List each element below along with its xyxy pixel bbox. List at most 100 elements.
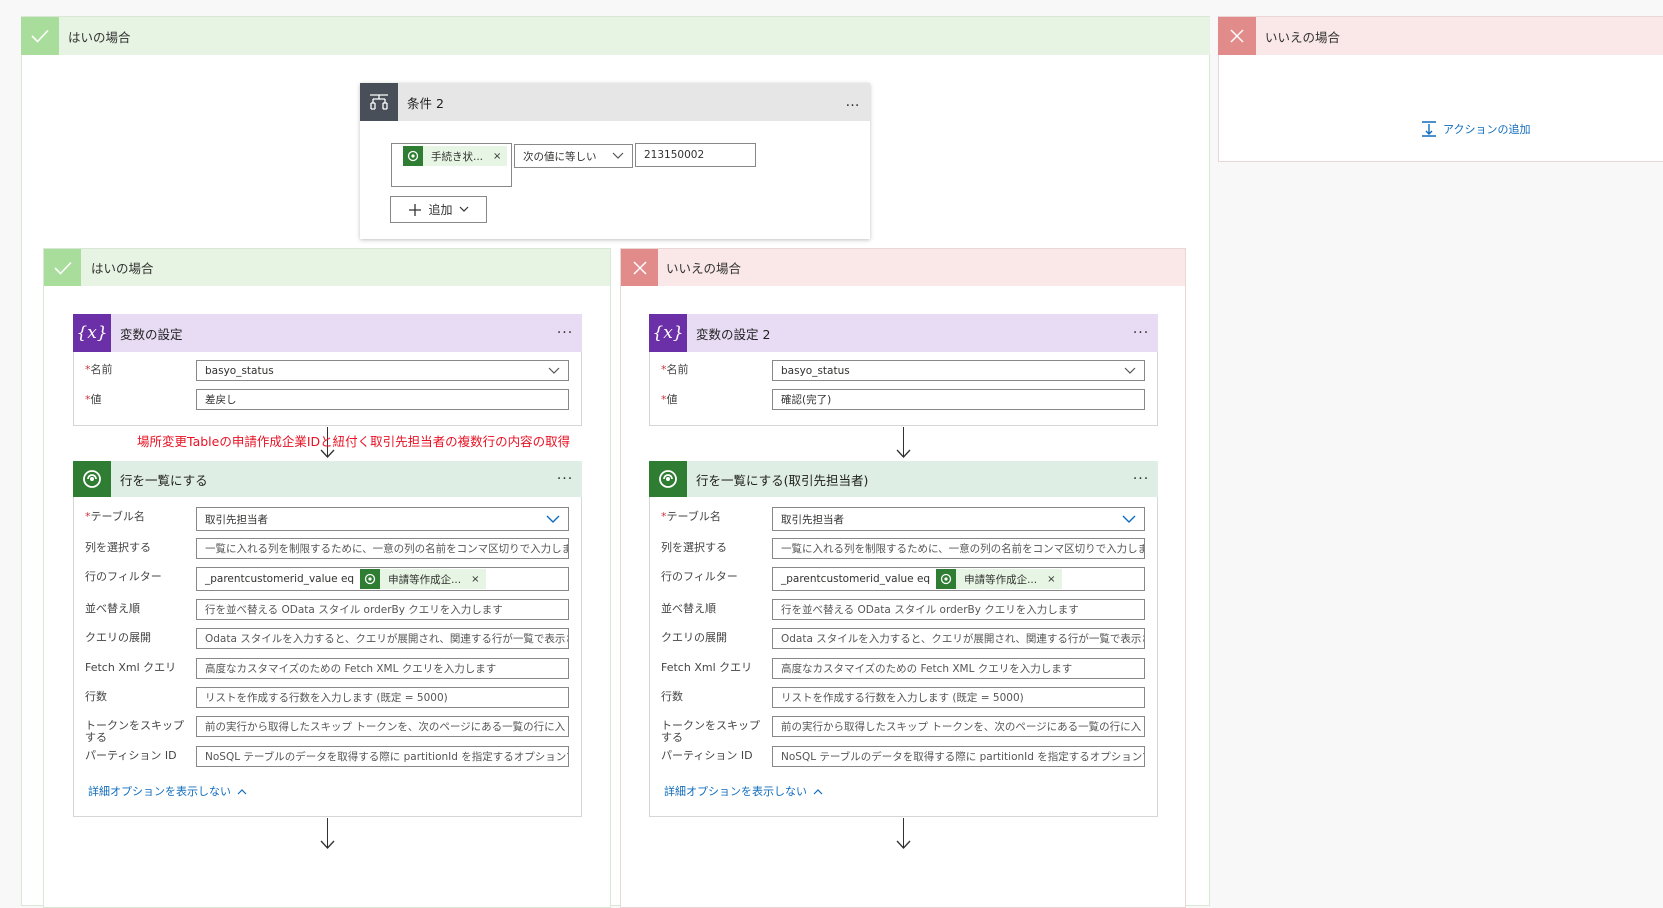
field-input[interactable]: 取引先担当者 [196, 507, 569, 531]
inner-yes-title: はいの場合 [91, 261, 154, 276]
dataverse-icon [936, 569, 957, 589]
variable-name-select[interactable]: basyo_status [772, 360, 1145, 381]
condition-operator-select[interactable]: 次の値に等しい [514, 144, 633, 168]
field-input[interactable]: 前の実行から取得したスキップ トークンを、次のページにある一覧の行に入 [772, 716, 1145, 737]
variable-value-input[interactable]: 確認(完了) [772, 389, 1145, 410]
field-input[interactable]: Odata スタイルを入力すると、クエリが展開され、関連する行が一覧で表示さ [772, 628, 1145, 649]
inner-no-title: いいえの場合 [666, 261, 742, 276]
token-close-icon[interactable]: × [471, 574, 479, 585]
field-input[interactable]: NoSQL テーブルのデータを取得する際に partitionId を指定するオ… [772, 746, 1145, 767]
set-variable-menu-icon[interactable]: ··· [548, 325, 582, 341]
field-input[interactable]: 高度なカスタマイズのための Fetch XML クエリを入力します [772, 658, 1145, 679]
outer-no-header[interactable]: いいえの場合 [1218, 17, 1663, 55]
filter-token[interactable]: 申請等作成企... × [360, 569, 486, 589]
field-label: 並べ替え順 [661, 602, 716, 615]
condition-menu-icon[interactable]: … [836, 94, 870, 110]
dataverse-icon [360, 569, 381, 589]
arrow-head-icon [896, 840, 911, 849]
outer-yes-title: はいの場合 [68, 29, 131, 45]
inner-yes-header[interactable]: はいの場合 [44, 249, 610, 286]
field-label: *テーブル名 [85, 510, 145, 523]
chevron-up-icon [813, 788, 823, 794]
list-rows-title: 行を一覧にする [120, 472, 208, 488]
chevron-down-icon [1122, 515, 1136, 523]
field-input[interactable]: _parentcustomerid_value eq 申請等作成企... × [196, 567, 569, 591]
condition-header[interactable]: 条件 2 … [360, 83, 870, 121]
set-variable-2-title: 変数の設定 2 [696, 326, 771, 342]
field-input[interactable]: NoSQL テーブルのデータを取得する際に partitionId を指定するオ… [196, 746, 569, 767]
field-input[interactable]: 高度なカスタマイズのための Fetch XML クエリを入力します [196, 658, 569, 679]
list-rows-header[interactable]: 行を一覧にする ··· [73, 461, 582, 497]
annotation-text: 場所変更Tableの申請作成企業IDと紐付く取引先担当者の複数行の内容の取得 [137, 434, 571, 449]
chevron-up-icon [237, 788, 247, 794]
hide-advanced-link[interactable]: 詳細オプションを表示しない [88, 783, 247, 799]
list-rows-contacts-header[interactable]: 行を一覧にする(取引先担当者) ··· [649, 461, 1158, 497]
field-input[interactable]: リストを作成する行数を入力します (既定 = 5000) [772, 687, 1145, 708]
variable-name-label: *名前 [661, 363, 689, 376]
condition-token[interactable]: 手続き状... × [403, 146, 508, 166]
close-icon [1218, 17, 1256, 55]
field-label: 行数 [661, 690, 683, 703]
field-label: パーティション ID [661, 749, 753, 762]
set-variable-title: 変数の設定 [120, 326, 183, 342]
arrow-head-icon [320, 449, 335, 458]
variable-icon: {x} [649, 314, 687, 352]
variable-value-label: *値 [85, 393, 102, 406]
condition-value: 213150002 [644, 149, 705, 161]
add-action-button[interactable]: アクションの追加 [1420, 120, 1530, 138]
field-input[interactable]: _parentcustomerid_value eq 申請等作成企... × [772, 567, 1145, 591]
field-label: 行のフィルター [661, 570, 738, 583]
token-close-icon[interactable]: × [1047, 574, 1055, 585]
outer-no-title: いいえの場合 [1265, 29, 1341, 45]
set-variable-header[interactable]: {x} 変数の設定 ··· [73, 314, 582, 352]
list-rows-contacts-menu-icon[interactable]: ··· [1124, 471, 1158, 487]
field-input[interactable]: 一覧に入れる列を制限するために、一意の列の名前をコンマ区切りで入力しま [196, 538, 569, 559]
set-variable-2-menu-icon[interactable]: ··· [1124, 325, 1158, 341]
arrow-head-icon [320, 840, 335, 849]
chevron-down-icon [459, 206, 468, 212]
field-input[interactable]: 行を並べ替える OData スタイル orderBy クエリを入力します [196, 599, 569, 620]
hide-advanced-link[interactable]: 詳細オプションを表示しない [664, 783, 823, 799]
field-label: Fetch Xml クエリ [85, 661, 177, 674]
field-label: パーティション ID [85, 749, 177, 762]
condition-token-close-icon[interactable]: × [493, 151, 501, 162]
list-rows-menu-icon[interactable]: ··· [548, 471, 582, 487]
dataverse-icon [73, 461, 111, 497]
condition-add-label: 追加 [428, 203, 453, 217]
variable-name-select[interactable]: basyo_status [196, 360, 569, 381]
field-label: トークンをスキップする [85, 719, 184, 744]
field-input[interactable]: 前の実行から取得したスキップ トークンを、次のページにある一覧の行に入 [196, 716, 569, 737]
field-input[interactable]: 一覧に入れる列を制限するために、一意の列の名前をコンマ区切りで入力しま [772, 538, 1145, 559]
filter-token[interactable]: 申請等作成企... × [936, 569, 1062, 589]
arrow-head-icon [896, 449, 911, 458]
condition-left-operand[interactable]: 手続き状... × [391, 143, 512, 187]
check-icon [21, 17, 59, 55]
inner-no-header[interactable]: いいえの場合 [621, 249, 1185, 286]
chevron-down-icon [548, 367, 560, 374]
add-action-icon [1420, 120, 1438, 138]
field-input[interactable]: Odata スタイルを入力すると、クエリが展開され、関連する行が一覧で表示さ [196, 628, 569, 649]
field-input[interactable]: 取引先担当者 [772, 507, 1145, 531]
field-label: クエリの展開 [661, 631, 727, 644]
dataverse-icon [403, 146, 423, 166]
variable-value-input[interactable]: 差戻し [196, 389, 569, 410]
variable-icon: {x} [73, 314, 111, 352]
condition-operator-value: 次の値に等しい [523, 150, 597, 163]
outer-yes-header[interactable]: はいの場合 [21, 17, 1210, 55]
field-input[interactable]: リストを作成する行数を入力します (既定 = 5000) [196, 687, 569, 708]
set-variable-2-header[interactable]: {x} 変数の設定 2 ··· [649, 314, 1158, 352]
field-label: クエリの展開 [85, 631, 151, 644]
field-label: 並べ替え順 [85, 602, 140, 615]
field-label: 列を選択する [85, 541, 151, 554]
field-label: 列を選択する [661, 541, 727, 554]
condition-value-input[interactable]: 213150002 [635, 143, 756, 167]
field-label: 行数 [85, 690, 107, 703]
field-label: Fetch Xml クエリ [661, 661, 753, 674]
chevron-down-icon [546, 515, 560, 523]
field-input[interactable]: 行を並べ替える OData スタイル orderBy クエリを入力します [772, 599, 1145, 620]
condition-add-button[interactable]: 追加 [390, 196, 487, 223]
close-icon [621, 249, 658, 286]
field-label: 行のフィルター [85, 570, 162, 583]
variable-value-label: *値 [661, 393, 678, 406]
add-action-label: アクションの追加 [1443, 123, 1531, 136]
